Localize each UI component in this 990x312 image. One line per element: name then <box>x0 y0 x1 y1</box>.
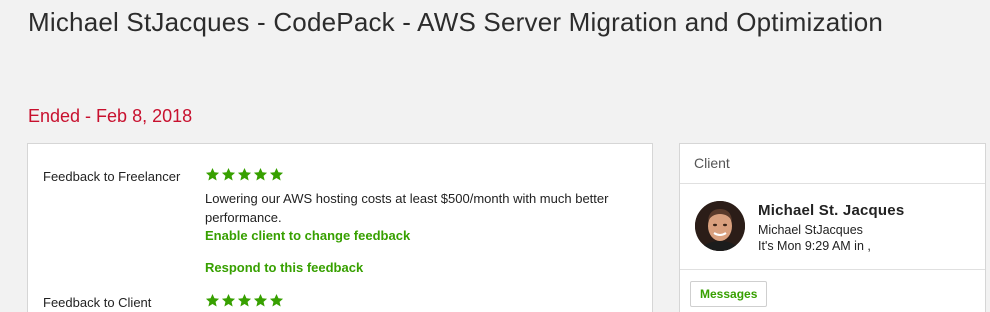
star-icon <box>253 167 268 182</box>
star-icon <box>237 167 252 182</box>
star-icon <box>205 167 220 182</box>
star-icon <box>237 293 252 308</box>
client-local-time: It's Mon 9:29 AM in , <box>758 239 871 253</box>
star-icon <box>269 293 284 308</box>
contract-page: Michael StJacques - CodePack - AWS Serve… <box>0 0 990 312</box>
feedback-to-freelancer-label: Feedback to Freelancer <box>43 169 181 184</box>
client-card-header: Client <box>680 144 985 184</box>
feedback-to-client-label: Feedback to Client <box>43 295 152 310</box>
client-card: Client Michael St. Jacques Michael StJac… <box>679 143 986 312</box>
messages-button[interactable]: Messages <box>690 281 768 307</box>
star-icon <box>253 293 268 308</box>
client-rating-stars <box>205 293 284 308</box>
divider <box>680 269 985 270</box>
contract-status: Ended - Feb 8, 2018 <box>28 106 193 126</box>
feedback-card: Feedback to Freelancer Lowering our AWS … <box>27 143 653 312</box>
enable-change-feedback-link[interactable]: Enable client to change feedback <box>205 228 410 243</box>
freelancer-rating-stars <box>205 167 284 182</box>
avatar[interactable] <box>695 201 745 251</box>
star-icon <box>221 167 236 182</box>
respond-feedback-link[interactable]: Respond to this feedback <box>205 260 363 275</box>
star-icon <box>269 167 284 182</box>
client-name[interactable]: Michael St. Jacques <box>758 202 904 219</box>
page-title: Michael StJacques - CodePack - AWS Serve… <box>28 7 884 37</box>
star-icon <box>205 293 220 308</box>
star-icon <box>221 293 236 308</box>
feedback-comment: Lowering our AWS hosting costs at least … <box>205 191 609 225</box>
client-username: Michael StJacques <box>758 223 863 237</box>
